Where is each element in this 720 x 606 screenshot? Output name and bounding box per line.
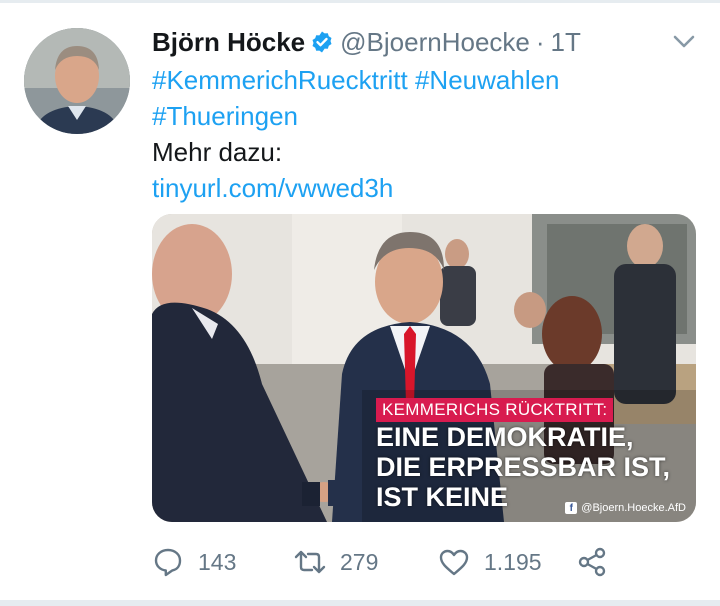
hashtag-thueringen[interactable]: #Thueringen (152, 101, 298, 131)
facebook-icon: f (565, 502, 578, 514)
tweet-link[interactable]: tinyurl.com/vwwed3h (152, 173, 393, 203)
reply-icon (154, 548, 182, 577)
hashtag-line-1: #KemmerichRuecktritt #Neuwahlen (152, 62, 692, 98)
overlay-text-2: DIE ERPRESSBAR IST, (376, 452, 671, 482)
like-count: 1.195 (484, 548, 542, 575)
retweet-count: 279 (340, 548, 379, 575)
watermark-text: @Bjoern.Hoecke.AfD (581, 502, 686, 514)
top-divider (0, 0, 720, 3)
image-watermark: f @Bjoern.Hoecke.AfD (565, 502, 686, 514)
avatar[interactable] (24, 28, 130, 134)
like-icon (439, 549, 469, 576)
tweet-text: #KemmerichRuecktritt #Neuwahlen #Thuerin… (152, 62, 692, 206)
tweet-card[interactable]: Björn Höcke @BjoernHoecke · 1T #Kemmeric… (0, 0, 720, 606)
reply-count: 143 (198, 548, 237, 575)
overlay-text-1: EINE DEMOKRATIE, (376, 422, 634, 452)
header-separator: · (535, 26, 545, 57)
retweet-button[interactable]: 279 (294, 540, 378, 584)
overlay-title: KEMMERICHS RÜCKTRITT: (376, 398, 614, 422)
share-icon (578, 547, 606, 577)
image-overlay: KEMMERICHS RÜCKTRITT: EINE DEMOKRATIE, D… (376, 398, 670, 512)
retweet-icon (294, 550, 326, 574)
chevron-down-icon[interactable] (672, 32, 696, 52)
verified-badge-icon (312, 31, 332, 53)
hashtag-line-2: #Thueringen (152, 98, 692, 134)
tweet-image[interactable]: KEMMERICHS RÜCKTRITT: EINE DEMOKRATIE, D… (152, 214, 696, 522)
like-button[interactable]: 1.195 (438, 540, 542, 584)
author-handle[interactable]: @BjoernHoecke (340, 27, 530, 58)
share-button[interactable] (576, 540, 622, 584)
tweet-actions: 143 279 1.195 (152, 540, 622, 584)
reply-button[interactable]: 143 (152, 540, 236, 584)
link-line: tinyurl.com/vwwed3h (152, 170, 692, 206)
text-line: Mehr dazu: (152, 137, 283, 167)
hashtag-kemmerichruecktritt[interactable]: #KemmerichRuecktritt (152, 65, 408, 95)
bottom-divider (0, 600, 720, 606)
tweet-timestamp[interactable]: 1T (551, 27, 581, 58)
tweet-header: Björn Höcke @BjoernHoecke · 1T (152, 24, 581, 60)
hashtag-neuwahlen[interactable]: #Neuwahlen (415, 65, 560, 95)
author-name[interactable]: Björn Höcke (152, 27, 305, 58)
